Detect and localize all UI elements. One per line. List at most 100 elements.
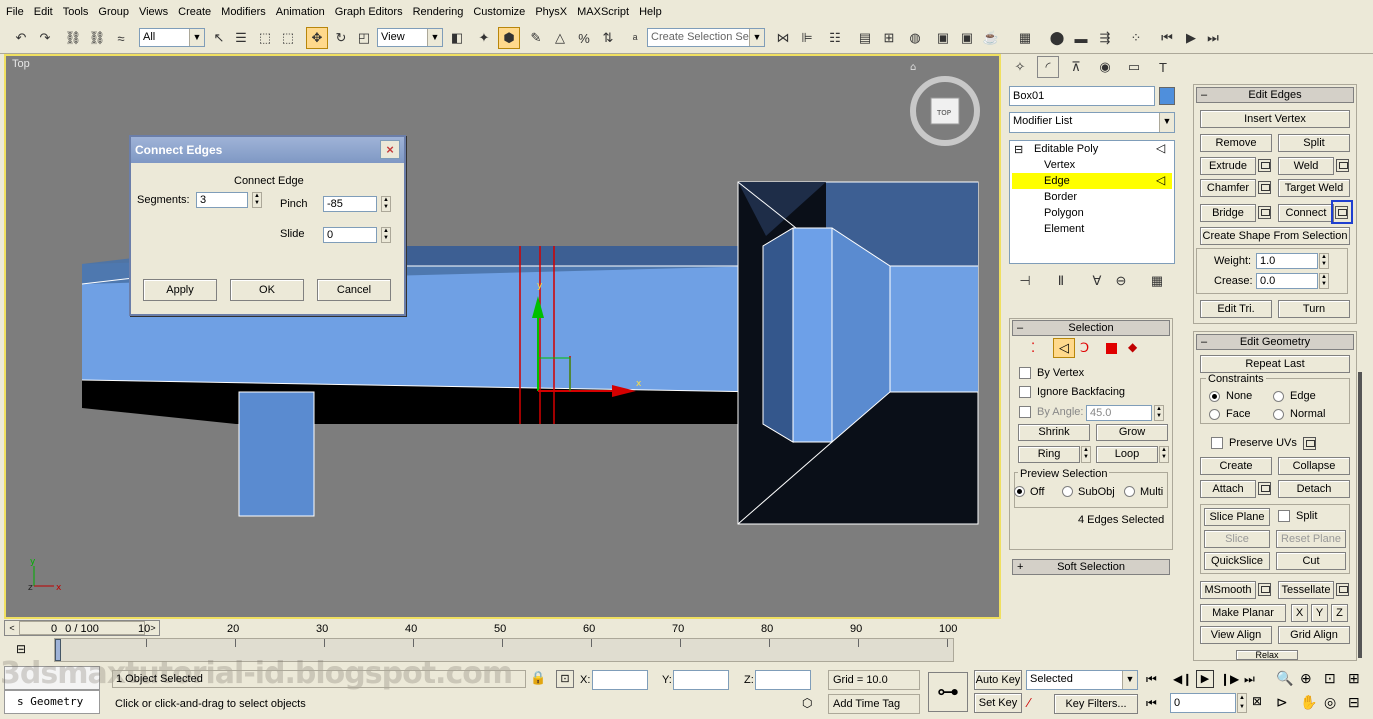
- time-slider[interactable]: < 0 / 100 >: [4, 620, 160, 636]
- menu-tools[interactable]: Tools: [63, 6, 89, 18]
- align-icon[interactable]: ⊫: [796, 27, 818, 49]
- ring-button[interactable]: Ring: [1018, 446, 1080, 463]
- apply-button[interactable]: Apply: [143, 279, 217, 301]
- weight-spinner[interactable]: 1.0: [1256, 253, 1318, 269]
- add-time-tag[interactable]: Add Time Tag: [828, 694, 920, 714]
- goto-start-icon[interactable]: ⏮: [1156, 27, 1178, 49]
- stack-item-vertex[interactable]: Vertex: [1044, 159, 1075, 171]
- pinch-spinner[interactable]: -85: [323, 196, 377, 212]
- ok-button[interactable]: OK: [230, 279, 304, 301]
- menu-physx[interactable]: PhysX: [535, 6, 567, 18]
- z-coordinate-field[interactable]: [755, 670, 811, 690]
- default-in-out-tangents-icon[interactable]: ⁄: [1028, 695, 1030, 710]
- planar-z-button[interactable]: Z: [1331, 604, 1348, 622]
- display-tab-icon[interactable]: ▭: [1123, 56, 1145, 78]
- reset-plane-button[interactable]: Reset Plane: [1276, 530, 1346, 548]
- stack-expand-icon[interactable]: ⊟: [1014, 143, 1023, 156]
- preview-multi-radio[interactable]: [1124, 486, 1135, 497]
- constraint-none-radio[interactable]: [1209, 391, 1220, 402]
- menu-modifiers[interactable]: Modifiers: [221, 6, 266, 18]
- previous-frame-icon[interactable]: ◀❙: [1173, 672, 1192, 686]
- vertex-mode-icon[interactable]: ⁚: [1031, 340, 1035, 356]
- menu-customize[interactable]: Customize: [473, 6, 525, 18]
- quickslice-button[interactable]: QuickSlice: [1204, 552, 1270, 570]
- remove-modifier-icon[interactable]: ⊖: [1110, 270, 1132, 292]
- absolute-mode-icon[interactable]: ⊡: [556, 670, 574, 688]
- time-tag-icon[interactable]: ⬡: [802, 696, 812, 710]
- grow-button[interactable]: Grow: [1096, 424, 1168, 441]
- constraint-normal-radio[interactable]: [1273, 409, 1284, 420]
- undo-icon[interactable]: ↶: [10, 27, 32, 49]
- turn-button[interactable]: Turn: [1278, 300, 1350, 318]
- create-tab-icon[interactable]: ✧: [1009, 56, 1031, 78]
- zoom-extents-icon[interactable]: ⊡: [1324, 670, 1336, 687]
- target-weld-button[interactable]: Target Weld: [1278, 179, 1350, 197]
- edit-tri-button[interactable]: Edit Tri.: [1200, 300, 1272, 318]
- goto-end-icon[interactable]: ⏭: [1202, 27, 1224, 49]
- graphite-tools-icon[interactable]: ▦: [1014, 27, 1036, 49]
- crease-spinner-arrows[interactable]: ▲ ▼: [1319, 273, 1329, 289]
- modifier-list-dropdown[interactable]: Modifier List ▼: [1009, 112, 1175, 133]
- stack-item-edge[interactable]: Edge: [1044, 175, 1070, 187]
- border-mode-icon[interactable]: Ↄ: [1080, 340, 1089, 356]
- time-slider-prev-icon[interactable]: <: [5, 621, 19, 635]
- bind-space-warp-icon[interactable]: ≈: [110, 27, 132, 49]
- bridge-settings-icon[interactable]: [1258, 206, 1271, 219]
- detach-button[interactable]: Detach: [1278, 480, 1350, 498]
- grid-align-button[interactable]: Grid Align: [1278, 626, 1350, 644]
- hierarchy-tab-icon[interactable]: ⊼: [1065, 56, 1087, 78]
- schematic-view-icon[interactable]: ⊞: [878, 27, 900, 49]
- extrude-settings-icon[interactable]: [1258, 159, 1271, 172]
- current-frame-spinner[interactable]: ▲ ▼: [1237, 693, 1247, 713]
- segments-spinner-arrows[interactable]: ▲ ▼: [252, 192, 262, 208]
- select-and-scale-icon[interactable]: ◰: [353, 27, 375, 49]
- select-by-name-icon[interactable]: ☰: [230, 27, 252, 49]
- by-angle-checkbox[interactable]: [1019, 406, 1031, 418]
- window-crossing-icon[interactable]: ⬚: [277, 27, 299, 49]
- extrude-button[interactable]: Extrude: [1200, 157, 1256, 175]
- percent-snap-icon[interactable]: %: [573, 27, 595, 49]
- tessellate-settings-icon[interactable]: [1336, 583, 1349, 596]
- reference-coord-dropdown[interactable]: View ▼: [377, 28, 443, 47]
- orbit-icon[interactable]: ◎: [1324, 694, 1336, 711]
- constraint-edge-radio[interactable]: [1273, 391, 1284, 402]
- object-color-swatch[interactable]: [1159, 87, 1175, 105]
- selection-filter-dropdown[interactable]: All ▼: [139, 28, 205, 47]
- stack-item-editable-poly[interactable]: Editable Poly: [1034, 143, 1098, 155]
- view-align-button[interactable]: View Align: [1200, 626, 1272, 644]
- zoom-icon[interactable]: 🔍: [1276, 670, 1293, 687]
- loop-spinner[interactable]: ▲ ▼: [1159, 446, 1169, 463]
- mirror-icon[interactable]: ⋈: [772, 27, 794, 49]
- create-shape-button[interactable]: Create Shape From Selection: [1200, 227, 1350, 245]
- go-to-start-icon[interactable]: ⏮: [1146, 672, 1157, 687]
- edit-edges-header[interactable]: – Edit Edges: [1196, 87, 1354, 103]
- shrink-button[interactable]: Shrink: [1018, 424, 1090, 441]
- dialog-close-button[interactable]: ×: [380, 140, 400, 159]
- by-angle-spinner[interactable]: 45.0: [1086, 405, 1152, 421]
- menu-graph-editors[interactable]: Graph Editors: [335, 6, 403, 18]
- y-coordinate-field[interactable]: [673, 670, 729, 690]
- chamfer-button[interactable]: Chamfer: [1200, 179, 1256, 197]
- polygon-mode-icon[interactable]: [1106, 343, 1117, 354]
- slide-spinner[interactable]: 0: [323, 227, 377, 243]
- constraint-face-radio[interactable]: [1209, 409, 1220, 420]
- auto-key-button[interactable]: Auto Key: [974, 670, 1022, 690]
- configure-modifier-sets-icon[interactable]: ▦: [1146, 270, 1168, 292]
- command-panel-scrollbar[interactable]: [1358, 372, 1362, 658]
- physx-icon-2[interactable]: ▬: [1070, 27, 1092, 49]
- ignore-backfacing-checkbox[interactable]: [1019, 386, 1031, 398]
- modify-tab-icon[interactable]: ◜: [1037, 56, 1059, 78]
- rendered-frame-window-icon[interactable]: ▣: [956, 27, 978, 49]
- slide-spinner-arrows[interactable]: ▲ ▼: [381, 227, 391, 243]
- go-to-end-icon[interactable]: ⏭: [1244, 672, 1255, 687]
- current-frame-field[interactable]: 0: [1170, 693, 1236, 713]
- maximize-viewport-icon[interactable]: ⊟: [1348, 694, 1360, 711]
- edge-mode-button-icon[interactable]: ◁: [1053, 338, 1075, 358]
- preview-off-radio[interactable]: [1014, 486, 1025, 497]
- redo-icon[interactable]: ↷: [34, 27, 56, 49]
- soft-selection-rollout-header[interactable]: + Soft Selection: [1012, 559, 1170, 575]
- angle-snap-icon[interactable]: △: [549, 27, 571, 49]
- edit-geometry-header[interactable]: – Edit Geometry: [1196, 334, 1354, 350]
- select-manipulate-icon[interactable]: ✦: [473, 27, 495, 49]
- weld-button[interactable]: Weld: [1278, 157, 1334, 175]
